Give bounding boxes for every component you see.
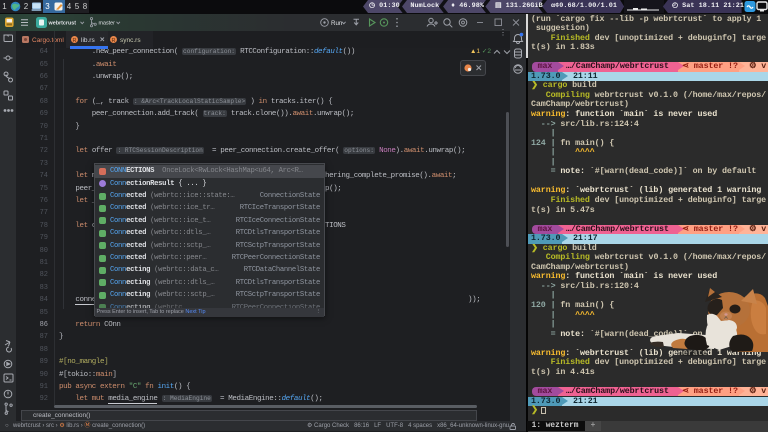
svg-text:R: R [112,38,116,44]
svg-text:webrtcrust: webrtcrust [48,21,77,27]
svg-text:R: R [73,38,77,44]
svg-text:Run: Run [331,20,343,27]
svg-text:master: master [99,21,116,27]
svg-text:Cargo.toml: Cargo.toml [32,37,64,44]
svg-text:sync.rs: sync.rs [120,37,141,44]
svg-text:lib.rs: lib.rs [81,37,95,44]
